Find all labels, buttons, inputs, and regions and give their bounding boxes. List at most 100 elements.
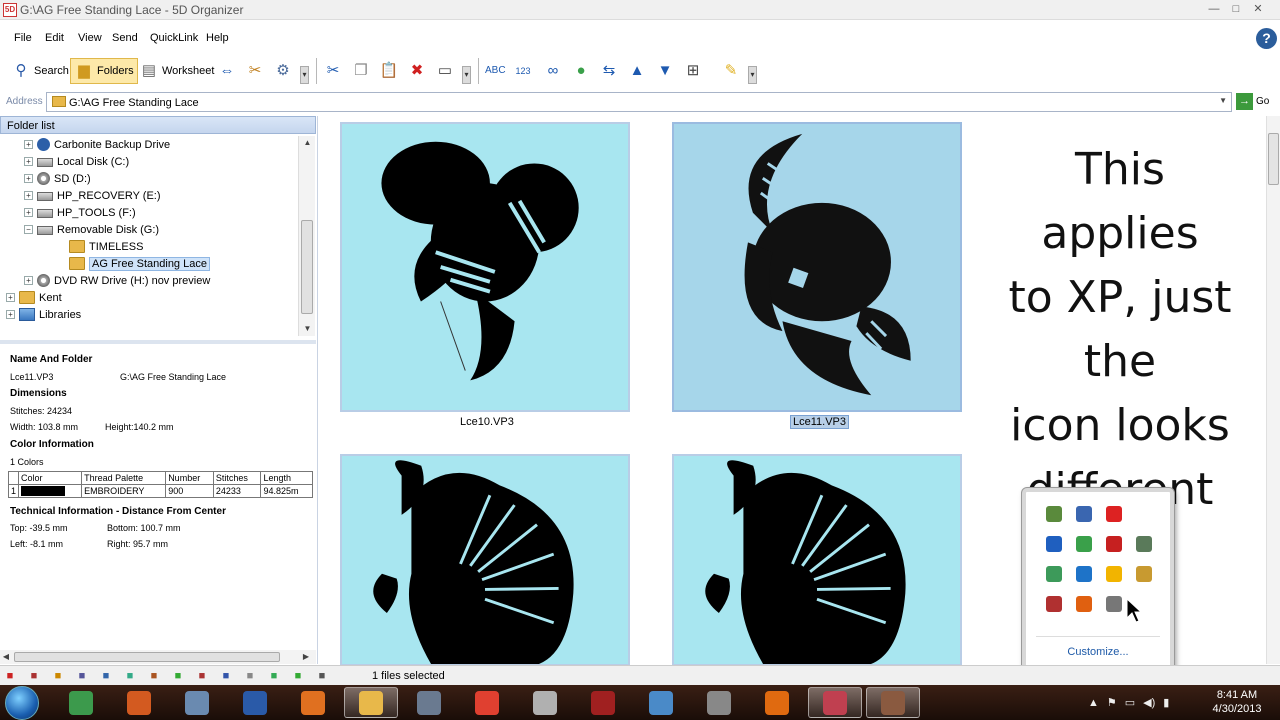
highlight-button[interactable]: ✎	[718, 58, 744, 84]
convert-button[interactable]: ⚙	[270, 58, 296, 84]
scrollbar-thumb[interactable]	[14, 652, 280, 662]
taskbar-app-box[interactable]	[518, 687, 572, 718]
paste-button[interactable]: 📋	[376, 58, 402, 84]
taskbar-app-embird[interactable]	[170, 687, 224, 718]
volume-icon[interactable]: ◀)	[1143, 696, 1155, 709]
toolbar-grip[interactable]: ▾	[748, 66, 757, 84]
colors-button[interactable]: ●	[568, 58, 594, 84]
wrench-tray-icon[interactable]	[1046, 596, 1062, 612]
drive-tray-icon[interactable]	[1106, 566, 1122, 582]
grid-status-icon[interactable]: ■	[218, 668, 234, 684]
tray-arrow-icon[interactable]: ▲	[1088, 697, 1099, 709]
split-button[interactable]: ✂	[242, 58, 268, 84]
expand-icon[interactable]: +	[6, 310, 15, 319]
minimize-button[interactable]: —	[1204, 2, 1224, 16]
window-tray-icon[interactable]	[1106, 596, 1122, 612]
taskbar-app-5d-2[interactable]	[866, 687, 920, 718]
taskbar-app-ruler[interactable]	[634, 687, 688, 718]
menu-edit[interactable]: Edit	[45, 32, 64, 44]
hoop-status-icon[interactable]: ■	[314, 668, 330, 684]
shield-tray-icon[interactable]	[1076, 506, 1092, 522]
tree-item[interactable]: + SD (D:)	[24, 170, 91, 187]
taskbar-app-vrs[interactable]	[576, 687, 630, 718]
lace-status-icon[interactable]: ■	[50, 668, 66, 684]
taskbar-app-kt[interactable]	[750, 687, 804, 718]
tree-status-icon[interactable]: ■	[290, 668, 306, 684]
stitch-status-icon[interactable]: ■	[194, 668, 210, 684]
cut-button[interactable]: ✂	[320, 58, 346, 84]
numbering-button[interactable]: 123	[510, 58, 536, 84]
menu-file[interactable]: File	[14, 32, 32, 44]
design-thumbnail-selected[interactable]	[672, 122, 962, 412]
globe-status-icon[interactable]: ■	[122, 668, 138, 684]
tree-item[interactable]: + Carbonite Backup Drive	[24, 136, 170, 153]
copy-button[interactable]: ❐	[348, 58, 374, 84]
scroll-right-icon[interactable]: ▶	[300, 650, 312, 664]
bluetooth-tray-icon[interactable]	[1046, 536, 1062, 552]
maximize-button[interactable]: □	[1226, 2, 1246, 16]
hp-tray-icon[interactable]	[1076, 566, 1092, 582]
recycle-tray-icon[interactable]	[1076, 536, 1092, 552]
recycle-status-icon[interactable]: ■	[170, 668, 186, 684]
info-hscrollbar[interactable]: ◀ ▶	[0, 650, 316, 664]
tree-item[interactable]: + Kent	[6, 289, 62, 306]
collapse-icon[interactable]: −	[24, 225, 33, 234]
file-name-label-selected[interactable]: Lce11.VP3	[790, 415, 850, 429]
flag-icon[interactable]: ⚑	[1107, 696, 1117, 709]
clock[interactable]: 8:41 AM 4/30/2013	[1204, 688, 1270, 716]
expand-icon[interactable]: +	[24, 174, 33, 183]
help-icon[interactable]: ?	[1256, 28, 1277, 49]
network-icon[interactable]: ▮	[1163, 696, 1169, 709]
tree-item[interactable]: + DVD RW Drive (H:) nov preview	[24, 272, 210, 289]
scroll-down-icon[interactable]: ▼	[299, 322, 316, 336]
back-forward-button[interactable]: ⇔	[214, 58, 240, 84]
tree-item[interactable]: − Removable Disk (G:)	[24, 221, 159, 238]
start-button[interactable]	[5, 686, 39, 720]
5d-status-icon[interactable]: ■	[2, 668, 18, 684]
sync-tray-icon[interactable]	[1046, 566, 1062, 582]
tools-status-icon[interactable]: ■	[266, 668, 282, 684]
worksheet-button[interactable]: ▤ Worksheet	[136, 58, 217, 84]
folders-button[interactable]: ▆ Folders	[70, 58, 138, 84]
taskbar-app-powerpoint[interactable]	[112, 687, 166, 718]
paint-status-icon[interactable]: ■	[146, 668, 162, 684]
tree-item[interactable]: AG Free Standing Lace	[56, 255, 210, 272]
taskbar-app-chrome[interactable]	[460, 687, 514, 718]
pane-splitter[interactable]	[0, 340, 316, 344]
view-grid-button[interactable]: ⊞	[680, 58, 706, 84]
trash-status-icon[interactable]: ■	[74, 668, 90, 684]
rename-button[interactable]: ABC	[482, 58, 508, 84]
file-name-label[interactable]: Lce10.VP3	[460, 416, 514, 428]
windows-tray-icon[interactable]	[1076, 596, 1092, 612]
tree-item[interactable]: + HP_RECOVERY (E:)	[24, 187, 161, 204]
taskbar-app-media[interactable]	[286, 687, 340, 718]
scissors-status-icon[interactable]: ■	[98, 668, 114, 684]
scrollbar-thumb[interactable]	[301, 220, 313, 314]
display-icon[interactable]: ▭	[1125, 696, 1135, 709]
address-field[interactable]: G:\AG Free Standing Lace ▼	[46, 92, 1232, 112]
taskbar-app-5d-1[interactable]	[808, 687, 862, 718]
expand-icon[interactable]: +	[24, 140, 33, 149]
chevron-down-icon[interactable]: ▼	[1219, 96, 1227, 105]
design-thumbnail[interactable]	[340, 454, 630, 666]
design-thumbnail[interactable]	[340, 122, 630, 412]
scrollbar-thumb[interactable]	[1268, 133, 1279, 185]
acrobat-tray-icon[interactable]	[1106, 536, 1122, 552]
expand-icon[interactable]: +	[24, 276, 33, 285]
close-button[interactable]: ✕	[1248, 2, 1268, 16]
bottle-status-icon[interactable]: ■	[242, 668, 258, 684]
search-button[interactable]: ⚲ Search	[8, 58, 72, 84]
expand-icon[interactable]: +	[6, 293, 15, 302]
link-button[interactable]: ∞	[540, 58, 566, 84]
face-tray-icon[interactable]	[1136, 566, 1152, 582]
beats-tray-icon[interactable]	[1106, 506, 1122, 522]
customize-link[interactable]: Customize...	[1026, 646, 1170, 658]
design-status-icon[interactable]: ■	[26, 668, 42, 684]
menu-send[interactable]: Send	[112, 32, 138, 44]
go-button[interactable]: → Go	[1236, 93, 1269, 110]
tree-item[interactable]: + Libraries	[6, 306, 81, 323]
scroll-left-icon[interactable]: ◀	[0, 650, 12, 664]
menu-view[interactable]: View	[78, 32, 102, 44]
toolbar-grip[interactable]: ▾	[462, 66, 471, 84]
move-down-button[interactable]: ▼	[652, 58, 678, 84]
